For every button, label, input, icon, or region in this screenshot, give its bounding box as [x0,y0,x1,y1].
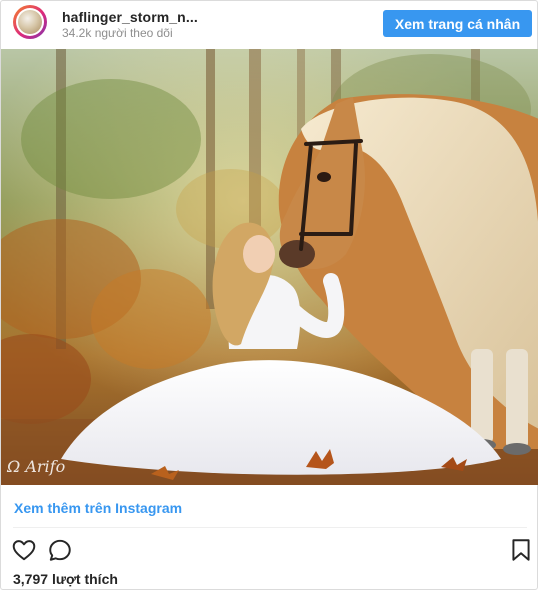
avatar[interactable] [13,5,47,39]
username[interactable]: haflinger_storm_n... [62,9,198,25]
view-profile-button[interactable]: Xem trang cá nhân [383,10,532,37]
comment-icon[interactable] [47,537,73,563]
heart-icon[interactable] [11,537,37,563]
avatar-frame [16,8,44,36]
post-header: haflinger_storm_n... 34.2k người theo dõ… [1,1,537,47]
bookmark-icon[interactable] [508,537,534,563]
follower-count: 34.2k người theo dõi [62,26,173,40]
like-count[interactable]: 3,797 lượt thích [13,571,118,587]
avatar-image [18,10,42,34]
post-photo[interactable]: Ω Arifo [1,49,538,485]
photo-watermark: Ω Arifo [7,457,66,476]
photo-scene [1,49,538,485]
view-more-on-instagram-link[interactable]: Xem thêm trên Instagram [14,500,182,516]
instagram-embed: haflinger_storm_n... 34.2k người theo dõ… [0,0,538,590]
likes-label: lượt thích [51,571,118,587]
divider [13,527,527,528]
likes-number: 3,797 [13,571,49,587]
